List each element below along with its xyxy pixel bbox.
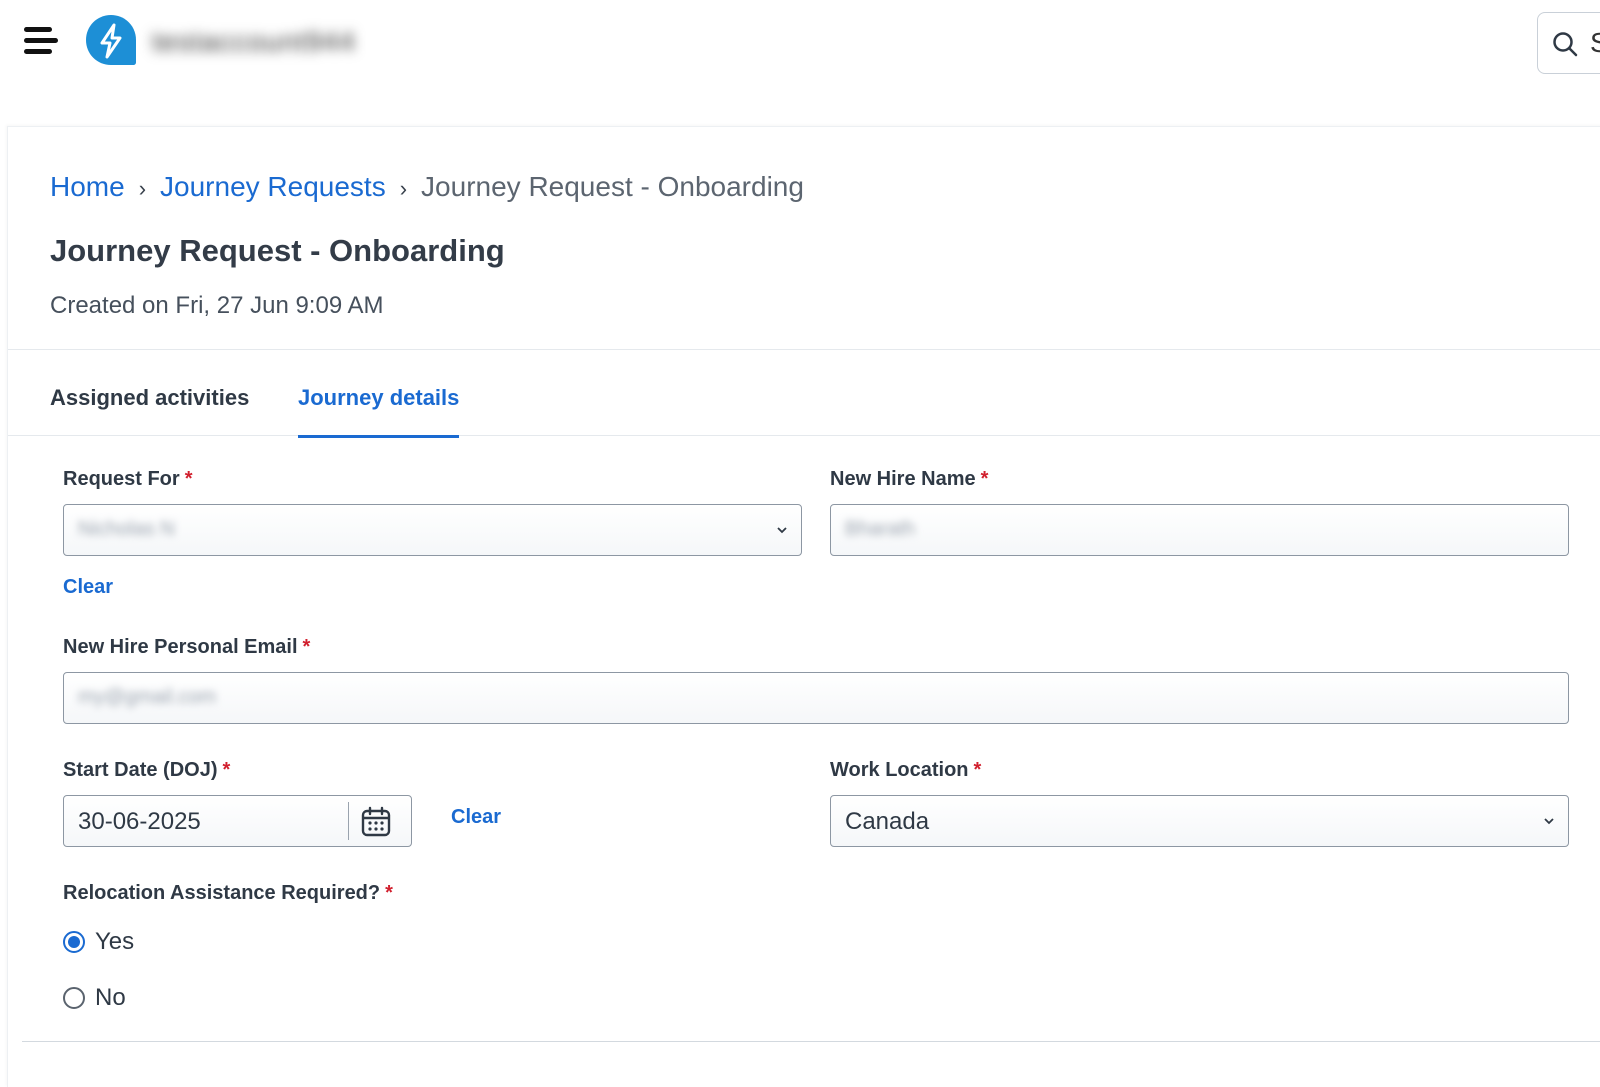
radio-checked-icon[interactable] [63, 931, 85, 953]
chevron-right-icon: › [138, 176, 147, 201]
required-marker: * [302, 636, 311, 658]
page-title: Journey Request - Onboarding [50, 233, 505, 268]
email-label: New Hire Personal Email * [63, 636, 311, 658]
top-bar: testaccount944 S [0, 0, 1600, 100]
divider [348, 802, 349, 840]
start-date-field[interactable]: 30-06-2025 [63, 795, 412, 847]
new-hire-name-field[interactable]: Bharath [830, 504, 1569, 556]
required-marker: * [184, 468, 193, 490]
start-date-value: 30-06-2025 [78, 808, 201, 835]
required-marker: * [385, 882, 393, 904]
tab-assigned-activities[interactable]: Assigned activities [50, 385, 249, 435]
work-location-value: Canada [845, 808, 930, 835]
search-input[interactable]: S [1537, 12, 1600, 74]
created-timestamp: Created on Fri, 27 Jun 9:09 AM [50, 292, 384, 319]
required-marker: * [222, 759, 231, 781]
relocation-label: Relocation Assistance Required? * [63, 882, 393, 904]
new-hire-name-value: Bharath [845, 518, 916, 540]
request-for-clear-link[interactable]: Clear [63, 576, 113, 599]
breadcrumb-home[interactable]: Home [50, 171, 125, 203]
chevron-right-icon: › [399, 176, 408, 201]
start-date-label: Start Date (DOJ) * [63, 759, 231, 781]
breadcrumb: Home › Journey Requests › Journey Reques… [50, 171, 804, 203]
radio-unchecked-icon[interactable] [63, 987, 85, 1009]
journey-request-card: Home › Journey Requests › Journey Reques… [7, 126, 1600, 1087]
search-placeholder: S [1590, 27, 1600, 58]
chevron-down-icon [1544, 818, 1554, 825]
tab-bar: Assigned activities Journey details [8, 349, 1600, 438]
relocation-option-label: No [95, 984, 126, 1011]
divider [22, 1041, 1600, 1042]
request-for-select[interactable]: Nicholas N [63, 504, 802, 556]
required-marker: * [980, 468, 989, 490]
menu-icon[interactable] [24, 27, 58, 57]
breadcrumb-current: Journey Request - Onboarding [421, 171, 804, 202]
breadcrumb-journey-requests[interactable]: Journey Requests [160, 171, 386, 203]
calendar-icon[interactable] [360, 806, 392, 838]
email-field[interactable]: my@gmail.com [63, 672, 1569, 724]
relocation-option-label: Yes [95, 928, 135, 955]
new-hire-name-label: New Hire Name * [830, 468, 989, 490]
chevron-down-icon [777, 527, 787, 534]
email-value: my@gmail.com [78, 686, 217, 708]
work-location-label: Work Location * [830, 759, 982, 781]
relocation-option-yes[interactable]: Yes [63, 928, 134, 956]
required-marker: * [973, 759, 982, 781]
search-icon [1553, 32, 1578, 57]
request-for-label: Request For * [63, 468, 193, 490]
account-name: testaccount944 [152, 26, 356, 57]
work-location-select[interactable]: Canada [830, 795, 1569, 847]
start-date-clear-link[interactable]: Clear [451, 806, 501, 829]
lightning-logo-icon [86, 15, 136, 65]
request-for-value: Nicholas N [78, 518, 175, 540]
relocation-option-no[interactable]: No [63, 984, 126, 1012]
tab-journey-details[interactable]: Journey details [298, 385, 460, 438]
